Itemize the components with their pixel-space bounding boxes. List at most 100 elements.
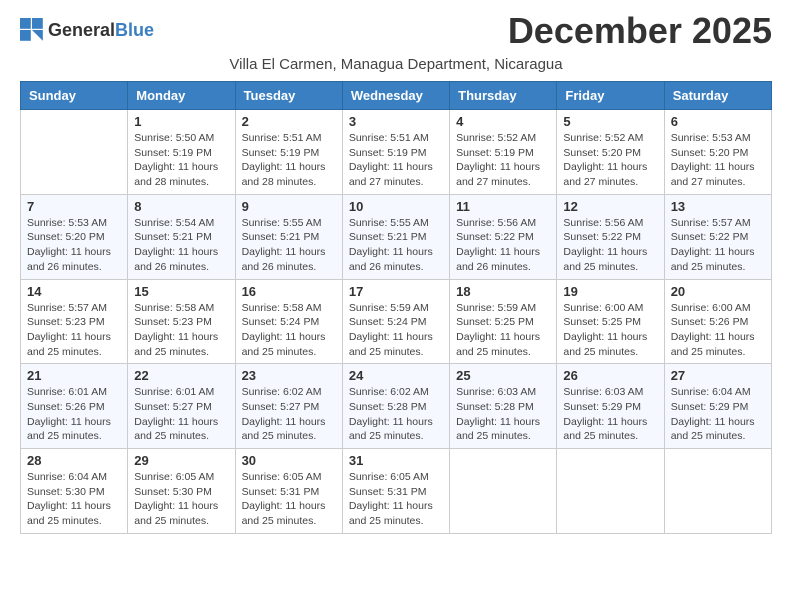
calendar-cell: 22 Sunrise: 6:01 AM Sunset: 5:27 PM Dayli… (128, 364, 235, 449)
calendar-cell: 7 Sunrise: 5:53 AM Sunset: 5:20 PM Daylig… (21, 194, 128, 279)
month-title: December 2025 (508, 10, 772, 52)
calendar-cell: 12Sunrise: 5:56 AM Sunset: 5:22 PM Dayli… (557, 194, 664, 279)
calendar-cell: 20Sunrise: 6:00 AM Sunset: 5:26 PM Dayli… (664, 279, 771, 364)
calendar-cell: 30 Sunrise: 6:05 AM Sunset: 5:31 PM Dayli… (235, 449, 342, 534)
day-number: 14 (27, 284, 121, 299)
weekday-header-thursday: Thursday (450, 82, 557, 110)
day-number: 4 (456, 114, 550, 129)
day-info: Sunrise: 6:05 AM Sunset: 5:31 PM Dayligh… (349, 470, 443, 529)
day-info: Sunrise: 5:56 AM Sunset: 5:22 PM Dayligh… (456, 216, 550, 275)
day-number: 8 (134, 199, 228, 214)
day-number: 13 (671, 199, 765, 214)
day-info: Sunrise: 5:53 AM Sunset: 5:20 PM Dayligh… (27, 216, 121, 275)
weekday-header-tuesday: Tuesday (235, 82, 342, 110)
day-info: Sunrise: 6:02 AM Sunset: 5:28 PM Dayligh… (349, 385, 443, 444)
day-info: Sunrise: 6:01 AM Sunset: 5:26 PM Dayligh… (27, 385, 121, 444)
calendar-cell: 4 Sunrise: 5:52 AM Sunset: 5:19 PM Daylig… (450, 110, 557, 195)
day-info: Sunrise: 5:50 AM Sunset: 5:19 PM Dayligh… (134, 131, 228, 190)
calendar-cell: 26 Sunrise: 6:03 AM Sunset: 5:29 PM Dayli… (557, 364, 664, 449)
day-number: 1 (134, 114, 228, 129)
calendar-cell: 27 Sunrise: 6:04 AM Sunset: 5:29 PM Dayli… (664, 364, 771, 449)
day-info: Sunrise: 5:52 AM Sunset: 5:19 PM Dayligh… (456, 131, 550, 190)
calendar-cell (21, 110, 128, 195)
calendar-table: SundayMondayTuesdayWednesdayThursdayFrid… (20, 81, 772, 534)
day-info: Sunrise: 5:55 AM Sunset: 5:21 PM Dayligh… (242, 216, 336, 275)
day-number: 7 (27, 199, 121, 214)
day-info: Sunrise: 5:51 AM Sunset: 5:19 PM Dayligh… (349, 131, 443, 190)
logo-text-general: General (48, 20, 115, 40)
calendar-cell: 8 Sunrise: 5:54 AM Sunset: 5:21 PM Daylig… (128, 194, 235, 279)
calendar-cell: 29 Sunrise: 6:05 AM Sunset: 5:30 PM Dayli… (128, 449, 235, 534)
day-number: 26 (563, 368, 657, 383)
weekday-header-wednesday: Wednesday (342, 82, 449, 110)
calendar-cell: 16Sunrise: 5:58 AM Sunset: 5:24 PM Dayli… (235, 279, 342, 364)
day-number: 27 (671, 368, 765, 383)
day-number: 21 (27, 368, 121, 383)
day-info: Sunrise: 5:55 AM Sunset: 5:21 PM Dayligh… (349, 216, 443, 275)
day-number: 18 (456, 284, 550, 299)
calendar-cell: 10 Sunrise: 5:55 AM Sunset: 5:21 PM Dayli… (342, 194, 449, 279)
weekday-header-sunday: Sunday (21, 82, 128, 110)
calendar-cell: 1 Sunrise: 5:50 AM Sunset: 5:19 PM Daylig… (128, 110, 235, 195)
day-info: Sunrise: 6:04 AM Sunset: 5:30 PM Dayligh… (27, 470, 121, 529)
calendar-cell (664, 449, 771, 534)
day-number: 3 (349, 114, 443, 129)
subtitle: Villa El Carmen, Managua Department, Nic… (20, 56, 772, 73)
calendar-cell: 2 Sunrise: 5:51 AM Sunset: 5:19 PM Daylig… (235, 110, 342, 195)
calendar-cell: 25Sunrise: 6:03 AM Sunset: 5:28 PM Dayli… (450, 364, 557, 449)
day-info: Sunrise: 6:05 AM Sunset: 5:30 PM Dayligh… (134, 470, 228, 529)
day-number: 10 (349, 199, 443, 214)
day-info: Sunrise: 5:57 AM Sunset: 5:23 PM Dayligh… (27, 301, 121, 360)
day-number: 25 (456, 368, 550, 383)
calendar-cell: 11 Sunrise: 5:56 AM Sunset: 5:22 PM Dayli… (450, 194, 557, 279)
day-number: 24 (349, 368, 443, 383)
day-number: 30 (242, 453, 336, 468)
day-number: 17 (349, 284, 443, 299)
day-number: 9 (242, 199, 336, 214)
calendar-cell: 28Sunrise: 6:04 AM Sunset: 5:30 PM Dayli… (21, 449, 128, 534)
calendar-cell: 6Sunrise: 5:53 AM Sunset: 5:20 PM Daylig… (664, 110, 771, 195)
day-info: Sunrise: 6:01 AM Sunset: 5:27 PM Dayligh… (134, 385, 228, 444)
day-info: Sunrise: 5:58 AM Sunset: 5:23 PM Dayligh… (134, 301, 228, 360)
day-info: Sunrise: 6:03 AM Sunset: 5:29 PM Dayligh… (563, 385, 657, 444)
day-info: Sunrise: 6:05 AM Sunset: 5:31 PM Dayligh… (242, 470, 336, 529)
calendar-cell: 3 Sunrise: 5:51 AM Sunset: 5:19 PM Daylig… (342, 110, 449, 195)
weekday-header-saturday: Saturday (664, 82, 771, 110)
day-info: Sunrise: 6:04 AM Sunset: 5:29 PM Dayligh… (671, 385, 765, 444)
day-number: 23 (242, 368, 336, 383)
calendar-cell: 14 Sunrise: 5:57 AM Sunset: 5:23 PM Dayli… (21, 279, 128, 364)
calendar-cell: 31 Sunrise: 6:05 AM Sunset: 5:31 PM Dayli… (342, 449, 449, 534)
day-number: 31 (349, 453, 443, 468)
logo-icon (20, 18, 44, 42)
weekday-header-monday: Monday (128, 82, 235, 110)
day-info: Sunrise: 5:57 AM Sunset: 5:22 PM Dayligh… (671, 216, 765, 275)
day-number: 15 (134, 284, 228, 299)
day-info: Sunrise: 5:54 AM Sunset: 5:21 PM Dayligh… (134, 216, 228, 275)
day-info: Sunrise: 5:53 AM Sunset: 5:20 PM Dayligh… (671, 131, 765, 190)
day-info: Sunrise: 5:52 AM Sunset: 5:20 PM Dayligh… (563, 131, 657, 190)
calendar-cell: 23Sunrise: 6:02 AM Sunset: 5:27 PM Dayli… (235, 364, 342, 449)
calendar-cell: 24 Sunrise: 6:02 AM Sunset: 5:28 PM Dayli… (342, 364, 449, 449)
calendar-cell: 18 Sunrise: 5:59 AM Sunset: 5:25 PM Dayli… (450, 279, 557, 364)
day-info: Sunrise: 5:59 AM Sunset: 5:25 PM Dayligh… (456, 301, 550, 360)
weekday-header-friday: Friday (557, 82, 664, 110)
calendar-cell: 19Sunrise: 6:00 AM Sunset: 5:25 PM Dayli… (557, 279, 664, 364)
day-number: 2 (242, 114, 336, 129)
day-number: 12 (563, 199, 657, 214)
day-number: 5 (563, 114, 657, 129)
day-number: 22 (134, 368, 228, 383)
calendar-cell: 15 Sunrise: 5:58 AM Sunset: 5:23 PM Dayli… (128, 279, 235, 364)
calendar-cell: 5 Sunrise: 5:52 AM Sunset: 5:20 PM Daylig… (557, 110, 664, 195)
day-info: Sunrise: 6:00 AM Sunset: 5:25 PM Dayligh… (563, 301, 657, 360)
day-number: 11 (456, 199, 550, 214)
day-number: 29 (134, 453, 228, 468)
calendar-cell: 17 Sunrise: 5:59 AM Sunset: 5:24 PM Dayli… (342, 279, 449, 364)
logo: GeneralBlue (20, 18, 154, 42)
day-info: Sunrise: 5:51 AM Sunset: 5:19 PM Dayligh… (242, 131, 336, 190)
page-header: GeneralBlue December 2025 (20, 10, 772, 52)
calendar-cell (557, 449, 664, 534)
calendar-cell: 13 Sunrise: 5:57 AM Sunset: 5:22 PM Dayli… (664, 194, 771, 279)
calendar-cell (450, 449, 557, 534)
day-number: 16 (242, 284, 336, 299)
day-info: Sunrise: 5:59 AM Sunset: 5:24 PM Dayligh… (349, 301, 443, 360)
